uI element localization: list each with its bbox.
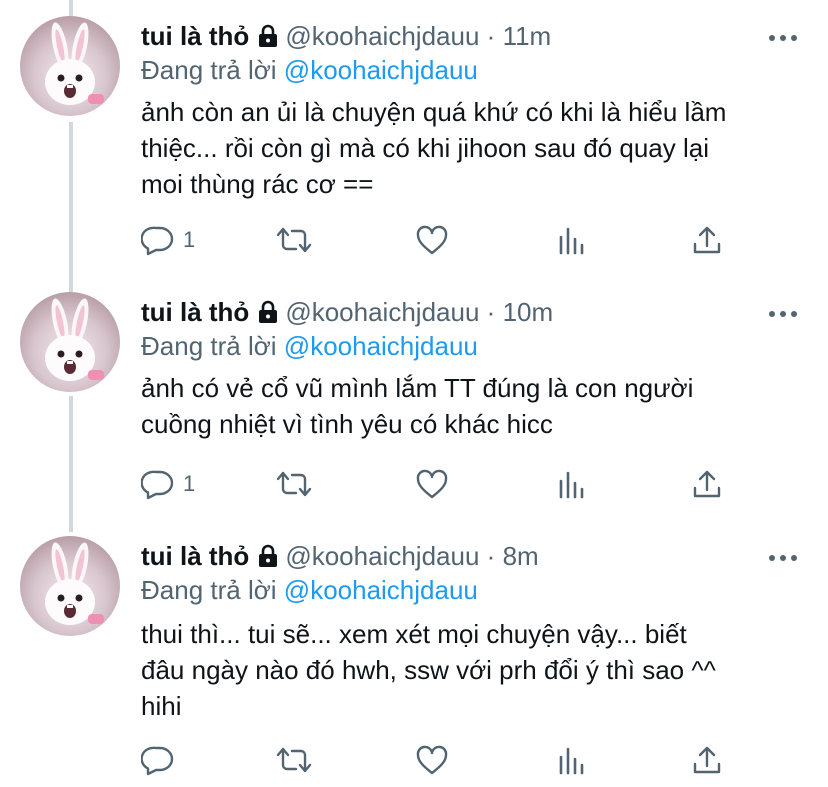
tweet-text-line: ảnh còn an ủi là chuyện quá khứ có khi l… <box>141 97 727 127</box>
separator-dot: · <box>486 21 496 51</box>
more-icon[interactable] <box>768 550 798 561</box>
views-button[interactable] <box>555 222 585 258</box>
lock-icon <box>257 543 279 575</box>
tweet-header: tui là thỏ @koohaichjdauu · 10m <box>141 296 553 331</box>
tweet[interactable]: tui là thỏ @koohaichjdauu · 11m Đang trả … <box>0 0 828 272</box>
tweet-text-line: thui thì... tui sẽ... xem xét mọi chuyện… <box>141 619 687 649</box>
reply-icon <box>141 744 175 776</box>
display-name[interactable]: tui là thỏ <box>141 297 249 327</box>
tweet-text-line: hihi <box>141 691 182 721</box>
retweet-icon <box>275 469 313 499</box>
separator-dot: · <box>486 297 496 327</box>
reply-icon <box>141 468 175 500</box>
separator-dot: · <box>486 541 496 571</box>
share-button[interactable] <box>691 466 723 502</box>
like-button[interactable] <box>415 222 449 258</box>
reply-button[interactable]: 1 <box>141 222 195 258</box>
username[interactable]: @koohaichjdauu <box>285 297 479 327</box>
retweet-icon <box>275 225 313 255</box>
replying-to: Đang trả lời @koohaichjdauu <box>141 574 478 606</box>
tweet-text-line: moi thùng rác cơ == <box>141 169 374 199</box>
lock-icon <box>257 23 279 55</box>
tweet[interactable]: tui là thỏ @koohaichjdauu · 8m Đang trả l… <box>0 520 828 787</box>
share-button[interactable] <box>691 742 723 778</box>
like-icon <box>415 468 449 500</box>
tweet-text: ảnh còn an ủi là chuyện quá khứ có khi l… <box>141 94 806 202</box>
views-icon <box>555 745 585 775</box>
views-icon <box>555 225 585 255</box>
lock-icon <box>257 299 279 331</box>
retweet-button[interactable] <box>275 466 313 502</box>
retweet-button[interactable] <box>275 742 313 778</box>
views-icon <box>555 469 585 499</box>
avatar[interactable] <box>20 536 120 636</box>
replying-to: Đang trả lời @koohaichjdauu <box>141 54 478 86</box>
views-button[interactable] <box>555 466 585 502</box>
like-button[interactable] <box>415 742 449 778</box>
replying-label: Đang trả lời <box>141 575 277 605</box>
tweet-text: ảnh có vẻ cổ vũ mình lắm TT đúng là con … <box>141 370 806 442</box>
avatar[interactable] <box>20 16 120 116</box>
timestamp[interactable]: 11m <box>503 21 552 51</box>
reply-button[interactable]: 1 <box>141 466 195 502</box>
retweet-button[interactable] <box>275 222 313 258</box>
tweet-header: tui là thỏ @koohaichjdauu · 8m <box>141 540 539 575</box>
username[interactable]: @koohaichjdauu <box>285 541 479 571</box>
action-bar: 1 <box>141 466 781 502</box>
tweet-text: thui thì... tui sẽ... xem xét mọi chuyện… <box>141 616 806 724</box>
timestamp[interactable]: 8m <box>503 541 539 571</box>
more-icon[interactable] <box>768 30 798 41</box>
mention-link[interactable]: @koohaichjdauu <box>284 55 478 85</box>
tweet-text-line: ảnh có vẻ cổ vũ mình lắm TT đúng là con … <box>141 373 694 403</box>
tweet-text-line: đâu ngày nào đó hwh, ssw với prh đổi ý t… <box>141 655 716 685</box>
action-bar <box>141 742 781 778</box>
username[interactable]: @koohaichjdauu <box>285 21 479 51</box>
display-name[interactable]: tui là thỏ <box>141 541 249 571</box>
tweet-text-line: cuồng nhiệt vì tình yêu có khác hicc <box>141 409 553 439</box>
more-icon[interactable] <box>768 306 798 317</box>
retweet-icon <box>275 745 313 775</box>
like-icon <box>415 224 449 256</box>
tweet-text-line: thiệc... rồi còn gì mà có khi jihoon sau… <box>141 133 709 163</box>
replying-to: Đang trả lời @koohaichjdauu <box>141 330 478 362</box>
like-button[interactable] <box>415 466 449 502</box>
reply-count: 1 <box>183 227 196 252</box>
like-icon <box>415 744 449 776</box>
reply-count: 1 <box>183 471 196 496</box>
mention-link[interactable]: @koohaichjdauu <box>284 331 478 361</box>
tweet-header: tui là thỏ @koohaichjdauu · 11m <box>141 20 551 55</box>
share-icon <box>691 468 723 500</box>
share-icon <box>691 224 723 256</box>
timestamp[interactable]: 10m <box>503 297 554 327</box>
replying-label: Đang trả lời <box>141 331 277 361</box>
mention-link[interactable]: @koohaichjdauu <box>284 575 478 605</box>
tweet[interactable]: tui là thỏ @koohaichjdauu · 10m Đang trả … <box>0 276 828 526</box>
share-button[interactable] <box>691 222 723 258</box>
share-icon <box>691 744 723 776</box>
reply-button[interactable] <box>141 742 183 778</box>
reply-icon <box>141 224 175 256</box>
action-bar: 1 <box>141 222 781 258</box>
avatar[interactable] <box>20 292 120 392</box>
display-name[interactable]: tui là thỏ <box>141 21 249 51</box>
replying-label: Đang trả lời <box>141 55 277 85</box>
views-button[interactable] <box>555 742 585 778</box>
